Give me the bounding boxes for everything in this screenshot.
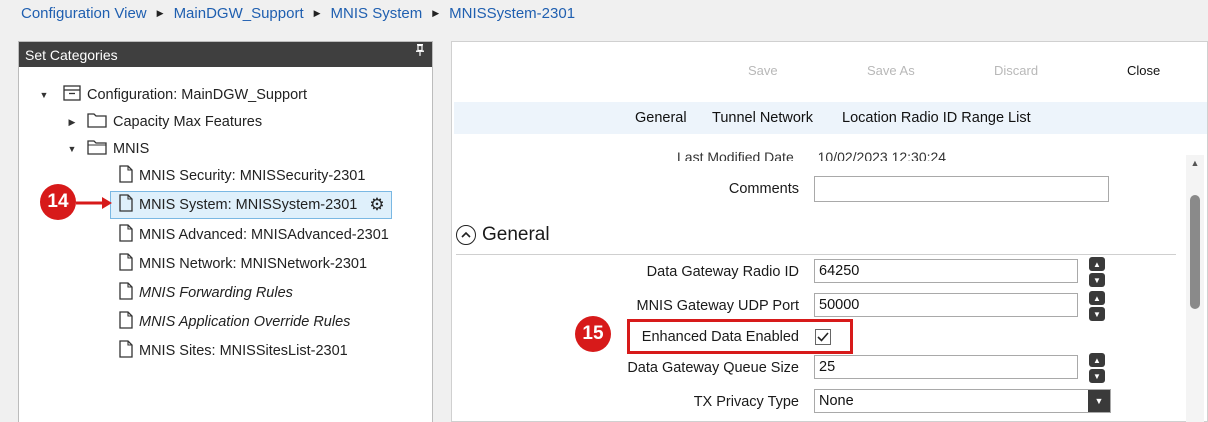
dg-queue-size-label: Data Gateway Queue Size <box>627 360 799 376</box>
tree-item-mnis-system[interactable]: MNIS System: MNISSystem-2301 ⚙ <box>110 191 392 219</box>
callout-badge-14: 14 <box>40 184 76 220</box>
document-icon <box>119 282 133 304</box>
last-modified-label: Last Modified Date <box>677 149 794 161</box>
tx-privacy-type-label: TX Privacy Type <box>693 394 799 410</box>
tree-item-configuration[interactable]: ▼ Configuration: MainDGW_Support <box>39 83 307 107</box>
scroll-thumb[interactable] <box>1190 195 1200 309</box>
tree-label-mnis: MNIS <box>113 141 150 157</box>
breadcrumb-separator-icon: ▶ <box>313 7 321 18</box>
spin-down-icon[interactable]: ▼ <box>1089 369 1105 383</box>
breadcrumb-configuration-view[interactable]: Configuration View <box>21 5 147 22</box>
panel-title: Set Categories <box>25 46 118 63</box>
tree-item-mnis[interactable]: ▼ MNIS <box>67 137 149 161</box>
section-divider <box>456 254 1176 255</box>
discard-button[interactable]: Discard <box>994 63 1038 78</box>
spin-up-icon[interactable]: ▲ <box>1089 291 1105 305</box>
tree-item-mnis-security[interactable]: MNIS Security: MNISSecurity-2301 <box>119 164 365 188</box>
spin-up-icon[interactable]: ▲ <box>1089 353 1105 367</box>
breadcrumb-separator-icon: ▶ <box>156 7 164 18</box>
breadcrumb-maindgw-support[interactable]: MainDGW_Support <box>174 5 304 22</box>
dg-radio-id-label: Data Gateway Radio ID <box>646 264 799 280</box>
tree-label-mnis-system: MNIS System: MNISSystem-2301 <box>139 197 358 213</box>
mnis-udp-port-label: MNIS Gateway UDP Port <box>636 298 799 314</box>
comments-label: Comments <box>728 181 799 197</box>
tree-label-mnis-sites: MNIS Sites: MNISSitesList-2301 <box>139 343 348 359</box>
collapse-up-icon[interactable] <box>456 225 476 245</box>
tab-bar: General Tunnel Network Location Radio ID… <box>454 102 1207 134</box>
breadcrumb-mnis-system[interactable]: MNIS System <box>331 5 423 22</box>
enhanced-data-checkbox[interactable] <box>815 329 831 345</box>
document-icon <box>119 253 133 275</box>
chevron-down-icon[interactable]: ▼ <box>39 90 49 100</box>
folder-icon <box>87 112 107 132</box>
document-icon <box>119 340 133 362</box>
document-icon <box>119 165 133 187</box>
set-categories-panel: Set Categories ▼ Configuration: MainDGW_… <box>18 41 433 422</box>
tree-item-capacity-max[interactable]: ▶ Capacity Max Features <box>67 110 262 134</box>
spin-down-icon[interactable]: ▼ <box>1089 307 1105 321</box>
close-button[interactable]: Close <box>1127 63 1160 78</box>
dg-queue-size-input[interactable] <box>814 355 1078 379</box>
save-as-button[interactable]: Save As <box>867 63 915 78</box>
save-button[interactable]: Save <box>748 63 778 78</box>
vertical-scrollbar[interactable]: ▲ <box>1186 155 1204 422</box>
last-modified-row: Last Modified Date 10/02/2023 12:30:24 <box>677 149 946 161</box>
configuration-icon <box>63 85 81 105</box>
tab-location-radio-id[interactable]: Location Radio ID Range List <box>842 110 1031 126</box>
breadcrumb-separator-icon: ▶ <box>432 7 440 18</box>
folder-open-icon <box>87 139 107 159</box>
panel-header: Set Categories <box>19 42 432 67</box>
breadcrumb-mnissystem-2301[interactable]: MNISSystem-2301 <box>449 5 575 22</box>
gear-icon[interactable]: ⚙ <box>369 195 384 215</box>
section-title: General <box>482 224 550 245</box>
tx-privacy-type-select[interactable]: None ▼ <box>814 389 1111 413</box>
tree-item-mnis-forwarding[interactable]: MNIS Forwarding Rules <box>119 281 293 305</box>
callout-arrow-icon <box>76 197 112 209</box>
mnis-udp-port-input[interactable] <box>814 293 1078 317</box>
dg-radio-id-spinner[interactable]: ▲ ▼ <box>1089 257 1105 287</box>
dg-queue-size-spinner[interactable]: ▲ ▼ <box>1089 353 1105 383</box>
spin-down-icon[interactable]: ▼ <box>1089 273 1105 287</box>
dg-radio-id-input[interactable] <box>814 259 1078 283</box>
document-icon <box>119 311 133 333</box>
general-section-header[interactable]: General <box>456 224 550 246</box>
chevron-right-icon[interactable]: ▶ <box>67 117 77 128</box>
tree-item-mnis-advanced[interactable]: MNIS Advanced: MNISAdvanced-2301 <box>119 223 389 247</box>
last-modified-value: 10/02/2023 12:30:24 <box>817 149 947 161</box>
checkmark-icon <box>817 332 829 342</box>
tree-item-mnis-network[interactable]: MNIS Network: MNISNetwork-2301 <box>119 252 367 276</box>
breadcrumb: Configuration View ▶ MainDGW_Support ▶ M… <box>0 0 1208 26</box>
tree-label-mnis-security: MNIS Security: MNISSecurity-2301 <box>139 168 366 184</box>
tree-label-configuration: Configuration: MainDGW_Support <box>87 87 308 103</box>
spin-up-icon[interactable]: ▲ <box>1089 257 1105 271</box>
tx-privacy-type-value: None <box>819 393 854 409</box>
chevron-down-icon[interactable]: ▼ <box>67 144 77 154</box>
pin-icon[interactable] <box>416 44 424 59</box>
tree-label-mnis-network: MNIS Network: MNISNetwork-2301 <box>139 256 368 272</box>
tree-item-mnis-app-override[interactable]: MNIS Application Override Rules <box>119 310 350 334</box>
tree-item-mnis-sites[interactable]: MNIS Sites: MNISSitesList-2301 <box>119 339 348 363</box>
tree-label-mnis-advanced: MNIS Advanced: MNISAdvanced-2301 <box>139 227 389 243</box>
tab-general[interactable]: General <box>635 110 687 126</box>
document-icon <box>119 224 133 246</box>
comments-input[interactable] <box>814 176 1109 202</box>
tab-tunnel-network[interactable]: Tunnel Network <box>712 110 813 126</box>
chevron-down-icon[interactable]: ▼ <box>1088 390 1110 412</box>
mnis-udp-port-spinner[interactable]: ▲ ▼ <box>1089 291 1105 321</box>
tree-label-capacity-max: Capacity Max Features <box>113 114 263 130</box>
tree-label-mnis-forwarding: MNIS Forwarding Rules <box>139 285 293 301</box>
document-icon <box>119 194 133 216</box>
scroll-up-icon[interactable]: ▲ <box>1186 155 1204 171</box>
tree-label-mnis-app-override: MNIS Application Override Rules <box>139 314 351 330</box>
callout-badge-15: 15 <box>575 316 611 352</box>
